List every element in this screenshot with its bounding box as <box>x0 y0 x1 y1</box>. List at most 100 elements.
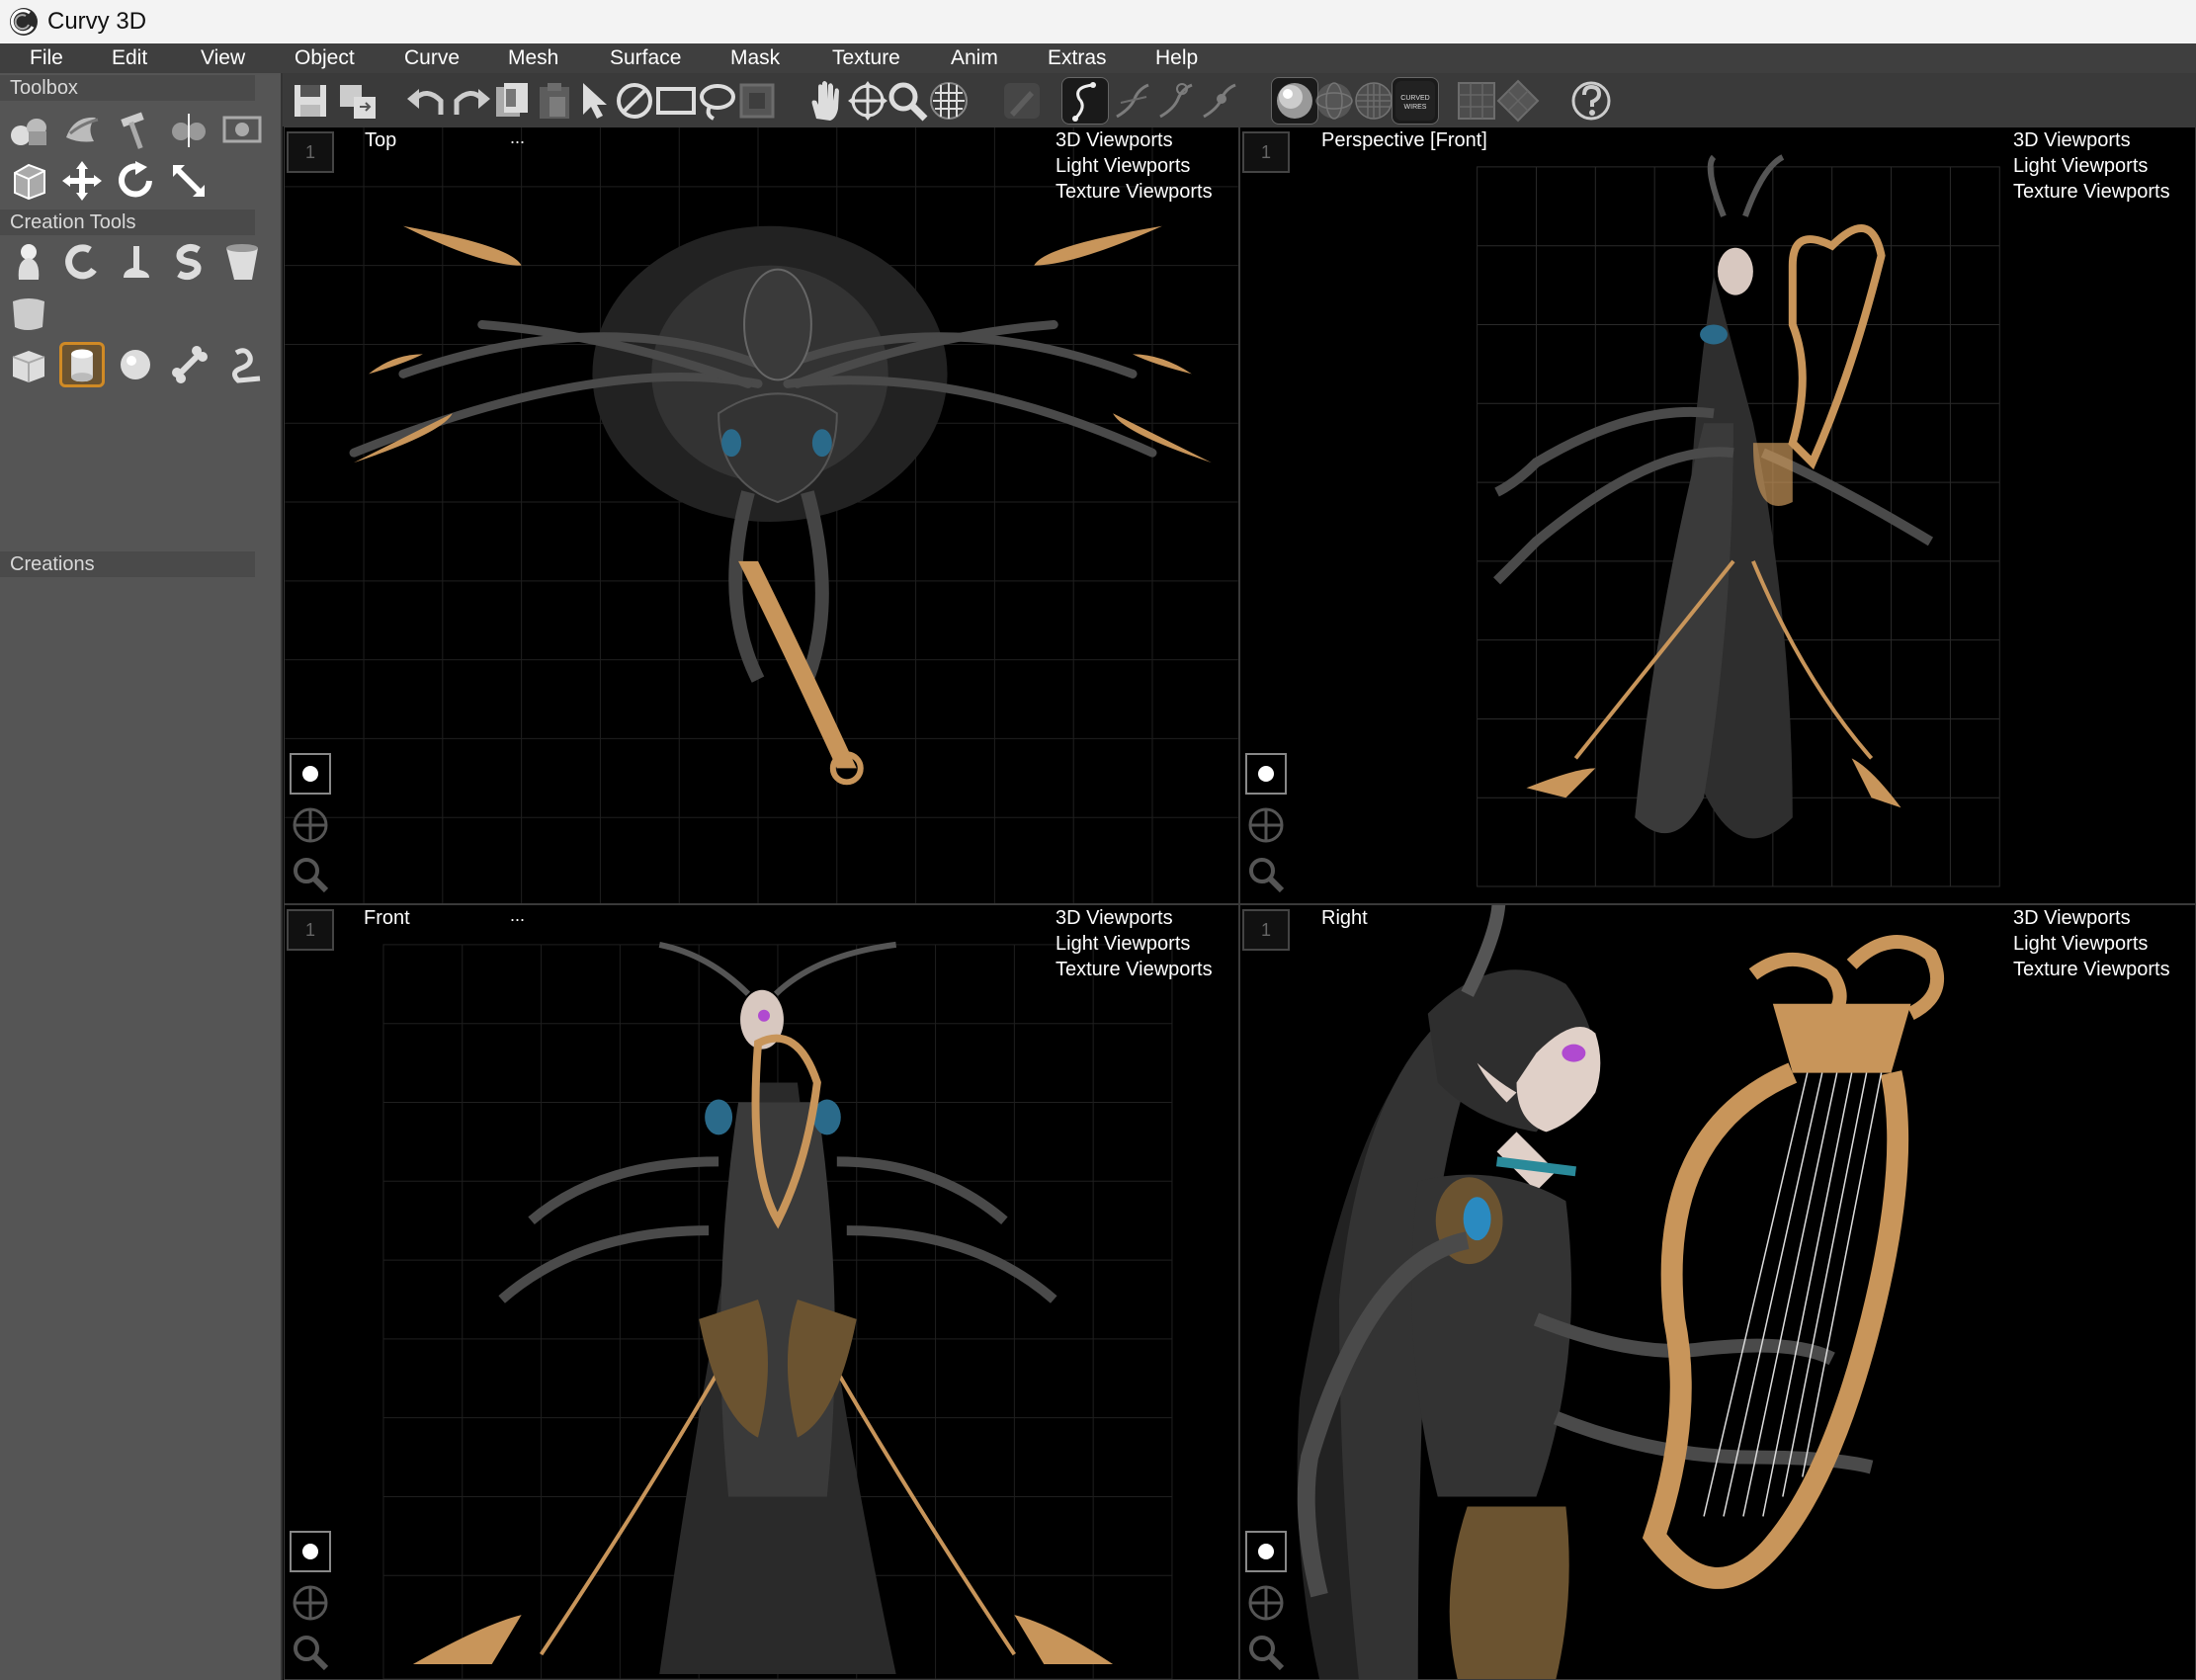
no-select-icon[interactable] <box>611 77 658 125</box>
curved-wires-icon[interactable]: CURVED WIRES <box>1392 77 1439 125</box>
viewport-number-badge[interactable]: 1 <box>1242 909 1290 951</box>
viewport-move-icon[interactable] <box>1242 801 1290 849</box>
viewport-front[interactable]: 1 Front ... 3D Viewports Light Viewports… <box>284 904 1239 1680</box>
bone-icon[interactable] <box>166 342 211 387</box>
curve-edit-icon[interactable] <box>1109 77 1156 125</box>
viewport-number-badge[interactable]: 1 <box>1242 131 1290 173</box>
viewport-zoom-icon[interactable] <box>287 851 334 898</box>
viewport-title[interactable]: Right <box>1321 905 1368 931</box>
undo-icon[interactable] <box>401 77 449 125</box>
viewport-light-link[interactable]: Light Viewports <box>1056 931 1238 957</box>
creation-tools-header: Creation Tools <box>0 210 255 235</box>
viewport-move-icon[interactable] <box>287 1579 334 1627</box>
menu-surface[interactable]: Surface <box>610 43 681 73</box>
viewport-3d-link[interactable]: 3D Viewports <box>1056 905 1238 931</box>
pan-hand-icon[interactable] <box>802 77 850 125</box>
viewport-top[interactable]: 1 Top ... 3D Viewports Light Viewports T… <box>284 126 1239 904</box>
viewport-options[interactable]: ... <box>510 905 525 926</box>
grid-toggle-icon[interactable] <box>925 77 972 125</box>
viewport-3d-link[interactable]: 3D Viewports <box>2013 905 2195 931</box>
menu-file[interactable]: File <box>30 43 63 73</box>
viewport-menu: 3D Viewports Light Viewports Texture Vie… <box>1056 127 1238 205</box>
viewport-light-link[interactable]: Light Viewports <box>2013 931 2195 957</box>
boot-icon[interactable] <box>113 239 158 285</box>
curve-node-icon[interactable] <box>1196 77 1243 125</box>
pen-disabled-icon[interactable] <box>998 77 1046 125</box>
viewport-light-link[interactable]: Light Viewports <box>1056 153 1238 179</box>
sidebar: Toolbox Creation Tools Creations <box>0 73 283 1680</box>
main-toolbar: CURVED WIRES <box>283 73 2196 126</box>
viewport-light-link[interactable]: Light Viewports <box>2013 153 2195 179</box>
rotate-icon[interactable] <box>113 158 158 204</box>
viewport-center-icon[interactable] <box>287 1528 334 1575</box>
viewport-texture-link[interactable]: Texture Viewports <box>2013 957 2195 982</box>
grid-square-icon[interactable] <box>1453 77 1500 125</box>
menu-mask[interactable]: Mask <box>730 43 780 73</box>
viewport-center-icon[interactable] <box>1242 1528 1290 1575</box>
menu-anim[interactable]: Anim <box>951 43 998 73</box>
toolbox-row-1 <box>6 107 265 152</box>
menu-texture[interactable]: Texture <box>832 43 900 73</box>
curve-draw-icon[interactable] <box>1061 77 1109 125</box>
viewport-zoom-icon[interactable] <box>1242 851 1290 898</box>
viewport-move-icon[interactable] <box>1242 1579 1290 1627</box>
cube-frame-icon[interactable] <box>6 158 51 204</box>
save-icon[interactable] <box>287 77 334 125</box>
viewport-move-icon[interactable] <box>287 801 334 849</box>
object-icon[interactable] <box>6 107 51 152</box>
viewport-number-badge[interactable]: 1 <box>287 909 334 951</box>
viewport-right[interactable]: 1 Right 3D Viewports Light Viewports Tex… <box>1239 904 2196 1680</box>
save-as-icon[interactable] <box>334 77 381 125</box>
sphere-icon[interactable] <box>113 342 158 387</box>
menu-mesh[interactable]: Mesh <box>508 43 558 73</box>
curve-point-icon[interactable] <box>1152 77 1200 125</box>
mirror-icon[interactable] <box>166 107 211 152</box>
viewport-title[interactable]: Perspective [Front] <box>1321 127 1487 153</box>
viewport-perspective[interactable]: 1 Perspective [Front] 3D Viewports Light… <box>1239 126 2196 904</box>
creation-row-3 <box>6 342 265 387</box>
viewport-title[interactable]: Front <box>364 905 410 931</box>
move-icon[interactable] <box>59 158 105 204</box>
tube-icon[interactable] <box>219 342 265 387</box>
creations-header: Creations <box>0 551 255 577</box>
hook-icon[interactable] <box>59 239 105 285</box>
scale-icon[interactable] <box>166 158 211 204</box>
copy-icon[interactable] <box>488 77 536 125</box>
mesh-sphere-icon[interactable] <box>1350 77 1397 125</box>
rectangle-select-icon[interactable] <box>652 77 700 125</box>
viewport-title[interactable]: Top <box>365 127 396 153</box>
viewport-3d-link[interactable]: 3D Viewports <box>2013 127 2195 153</box>
menu-extras[interactable]: Extras <box>1048 43 1107 73</box>
menu-edit[interactable]: Edit <box>112 43 147 73</box>
box-icon[interactable] <box>6 342 51 387</box>
viewport-3d-link[interactable]: 3D Viewports <box>1056 127 1238 153</box>
viewport-zoom-icon[interactable] <box>1242 1629 1290 1676</box>
toolbox-row-2 <box>6 158 211 204</box>
hammer-icon[interactable] <box>113 107 158 152</box>
sheet-icon[interactable] <box>6 291 51 336</box>
creation-row-1 <box>6 239 265 285</box>
mask-select-icon[interactable] <box>733 77 781 125</box>
s-curve-icon[interactable] <box>166 239 211 285</box>
viewport-number-badge[interactable]: 1 <box>287 131 334 173</box>
viewport-center-icon[interactable] <box>1242 750 1290 798</box>
curved-wires-label-top: CURVED <box>1400 95 1429 102</box>
zoom-icon[interactable] <box>884 77 931 125</box>
viewport-texture-link[interactable]: Texture Viewports <box>1056 179 1238 205</box>
viewport-texture-link[interactable]: Texture Viewports <box>2013 179 2195 205</box>
menu-help[interactable]: Help <box>1155 43 1198 73</box>
cylinder-icon[interactable] <box>59 342 105 387</box>
menu-object[interactable]: Object <box>295 43 355 73</box>
menu-curve[interactable]: Curve <box>404 43 460 73</box>
image-icon[interactable] <box>219 107 265 152</box>
grid-diamond-icon[interactable] <box>1494 77 1542 125</box>
viewport-center-icon[interactable] <box>287 750 334 798</box>
help-icon[interactable] <box>1567 77 1615 125</box>
cup-icon[interactable] <box>219 239 265 285</box>
viewport-texture-link[interactable]: Texture Viewports <box>1056 957 1238 982</box>
lathe-icon[interactable] <box>59 107 105 152</box>
menu-view[interactable]: View <box>201 43 245 73</box>
blob-icon[interactable] <box>6 239 51 285</box>
viewport-zoom-icon[interactable] <box>287 1629 334 1676</box>
viewport-options[interactable]: ... <box>510 127 525 148</box>
